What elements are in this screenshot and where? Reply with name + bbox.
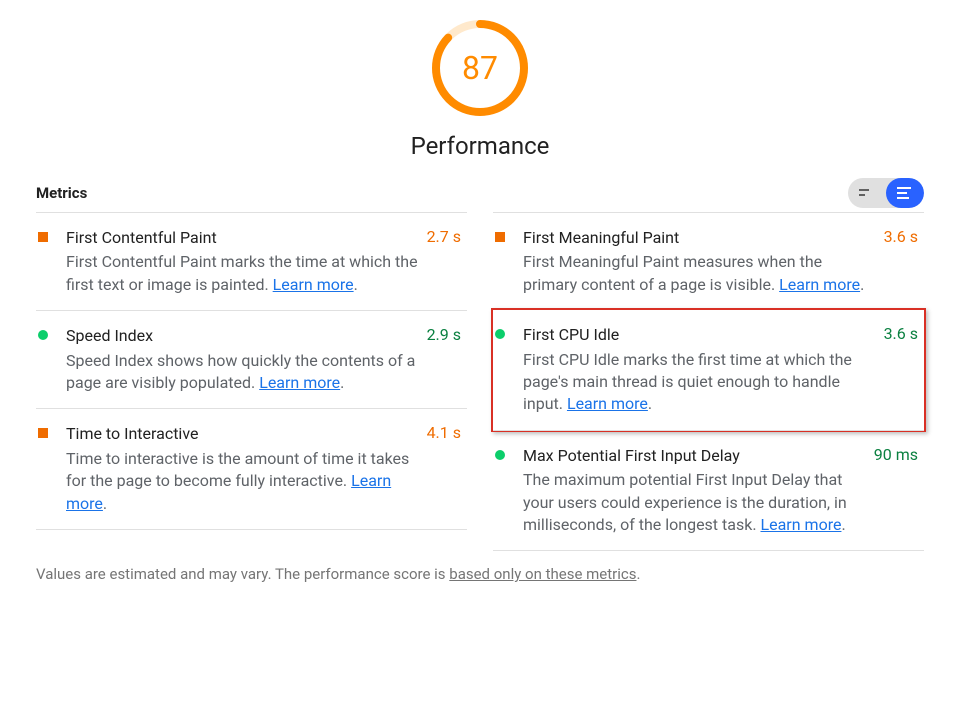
metric-title: Time to Interactive bbox=[66, 423, 421, 445]
status-marker-average-icon bbox=[38, 232, 48, 242]
status-marker-good-icon bbox=[38, 330, 48, 340]
learn-more-link[interactable]: Learn more bbox=[273, 275, 354, 294]
metric-value: 3.6 s bbox=[884, 324, 918, 416]
metric-title: Speed Index bbox=[66, 325, 421, 347]
category-label: Performance bbox=[411, 132, 550, 160]
metric-value: 4.1 s bbox=[427, 423, 461, 515]
metric-value: 90 ms bbox=[874, 445, 918, 537]
metric-value: 3.6 s bbox=[884, 227, 918, 296]
learn-more-link[interactable]: Learn more bbox=[761, 515, 842, 534]
metric-description: First Meaningful Paint measures when the… bbox=[523, 251, 878, 296]
metric-title: First Contentful Paint bbox=[66, 227, 421, 249]
metric-description: First Contentful Paint marks the time at… bbox=[66, 251, 421, 296]
score-value: 87 bbox=[430, 18, 530, 118]
learn-more-link[interactable]: Learn more bbox=[779, 275, 860, 294]
metric-description: The maximum potential First Input Delay … bbox=[523, 469, 868, 536]
metric-first-cpu-idle: First CPU Idle First CPU Idle marks the … bbox=[491, 308, 926, 432]
status-marker-average-icon bbox=[38, 428, 48, 438]
metric-value: 2.9 s bbox=[427, 325, 461, 394]
metric-description: First CPU Idle marks the first time at w… bbox=[523, 349, 878, 416]
metric-max-potential-fid: Max Potential First Input Delay The maxi… bbox=[493, 430, 924, 552]
compact-view-icon bbox=[859, 187, 875, 199]
metric-description: Speed Index shows how quickly the conten… bbox=[66, 350, 421, 395]
metric-title: First CPU Idle bbox=[523, 324, 878, 346]
metrics-heading: Metrics bbox=[36, 184, 87, 202]
score-gauge: 87 Performance bbox=[36, 18, 924, 160]
metric-description: Time to interactive is the amount of tim… bbox=[66, 448, 421, 515]
status-marker-average-icon bbox=[495, 232, 505, 242]
metric-time-to-interactive: Time to Interactive Time to interactive … bbox=[36, 408, 467, 530]
metric-title: First Meaningful Paint bbox=[523, 227, 878, 249]
metric-title: Max Potential First Input Delay bbox=[523, 445, 868, 467]
status-marker-good-icon bbox=[495, 450, 505, 460]
disclaimer-link[interactable]: based only on these metrics bbox=[449, 565, 636, 583]
metric-speed-index: Speed Index Speed Index shows how quickl… bbox=[36, 310, 467, 408]
learn-more-link[interactable]: Learn more bbox=[567, 394, 648, 413]
metric-first-meaningful-paint: First Meaningful Paint First Meaningful … bbox=[493, 212, 924, 310]
view-toggle-compact[interactable] bbox=[848, 178, 886, 208]
view-toggle bbox=[848, 178, 924, 208]
status-marker-good-icon bbox=[495, 329, 505, 339]
view-toggle-expanded[interactable] bbox=[886, 178, 924, 208]
metric-first-contentful-paint: First Contentful Paint First Contentful … bbox=[36, 212, 467, 310]
learn-more-link[interactable]: Learn more bbox=[259, 373, 340, 392]
metric-value: 2.7 s bbox=[427, 227, 461, 296]
expanded-view-icon bbox=[897, 187, 913, 199]
disclaimer-text: Values are estimated and may vary. The p… bbox=[36, 565, 924, 583]
